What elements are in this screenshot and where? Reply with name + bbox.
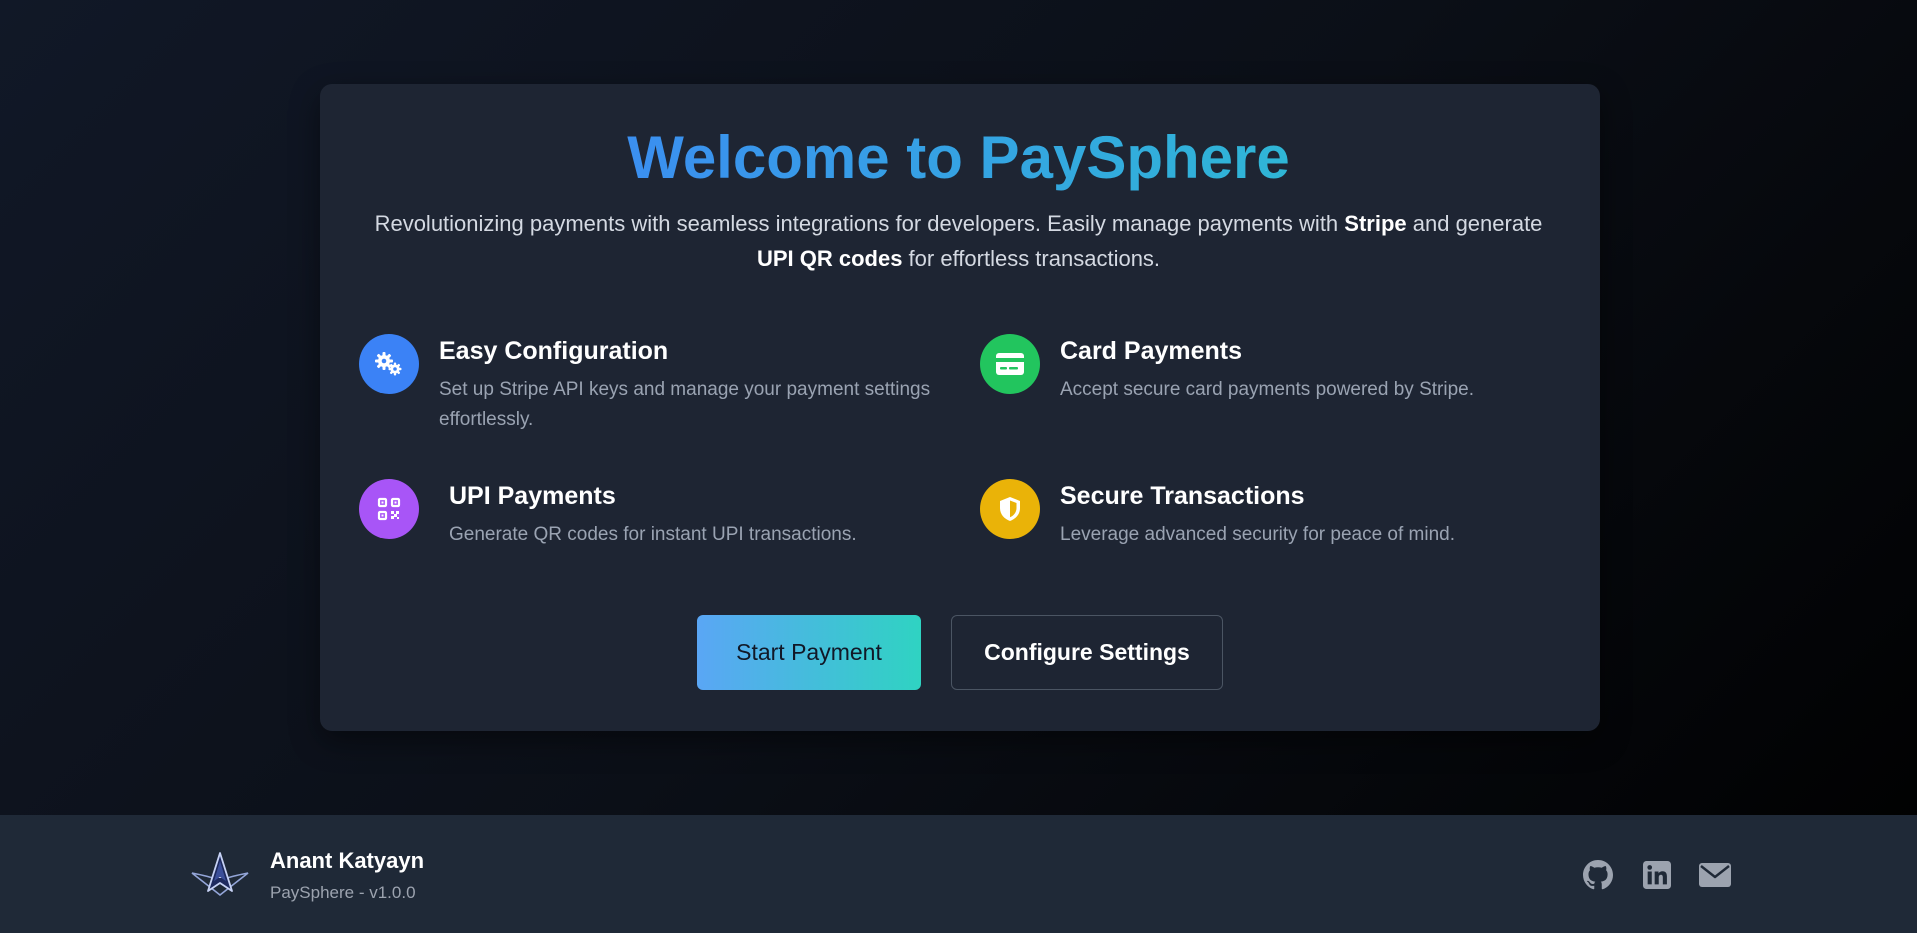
footer-version: PaySphere - v1.0.0 [270, 883, 416, 902]
footer-author: Anant Katyayn [270, 848, 425, 873]
feature-title: UPI Payments [449, 482, 616, 510]
configure-settings-button[interactable]: Configure Settings [951, 615, 1223, 690]
feature-title: Easy Configuration [439, 337, 669, 365]
feature-description: Leverage advanced security for peace of … [1060, 524, 1456, 545]
start-payment-button[interactable]: Start Payment [697, 615, 921, 690]
hero-subtitle: Revolutionizing payments with seamless i… [374, 211, 1543, 271]
linkedin-icon[interactable] [1641, 859, 1673, 891]
feature-secure-transactions: Secure Transactions Leverage advanced se… [980, 479, 1540, 550]
qr-code-icon [359, 479, 419, 539]
subtitle-stripe: Stripe [1344, 211, 1407, 236]
feature-easy-configuration: Easy Configuration Set up Stripe API key… [359, 334, 959, 435]
credit-card-icon [980, 334, 1040, 394]
footer: Anant Katyayn PaySphere - v1.0.0 [0, 815, 1917, 933]
feature-description: Set up Stripe API keys and manage your p… [439, 379, 931, 430]
github-icon[interactable] [1582, 859, 1614, 891]
page-title: Welcome to PaySphere [627, 124, 1290, 191]
gears-icon [359, 334, 419, 394]
logo-icon [190, 851, 250, 897]
feature-description: Accept secure card payments powered by S… [1060, 379, 1474, 400]
feature-upi-payments: UPI Payments Generate QR codes for insta… [359, 479, 959, 550]
feature-card-payments: Card Payments Accept secure card payment… [980, 334, 1540, 405]
subtitle-upi: UPI QR codes [756, 246, 903, 271]
feature-title: Secure Transactions [1060, 482, 1305, 510]
mail-icon[interactable] [1699, 859, 1731, 891]
shield-icon [980, 479, 1040, 539]
feature-title: Card Payments [1060, 337, 1243, 365]
feature-description: Generate QR codes for instant UPI transa… [449, 524, 857, 545]
